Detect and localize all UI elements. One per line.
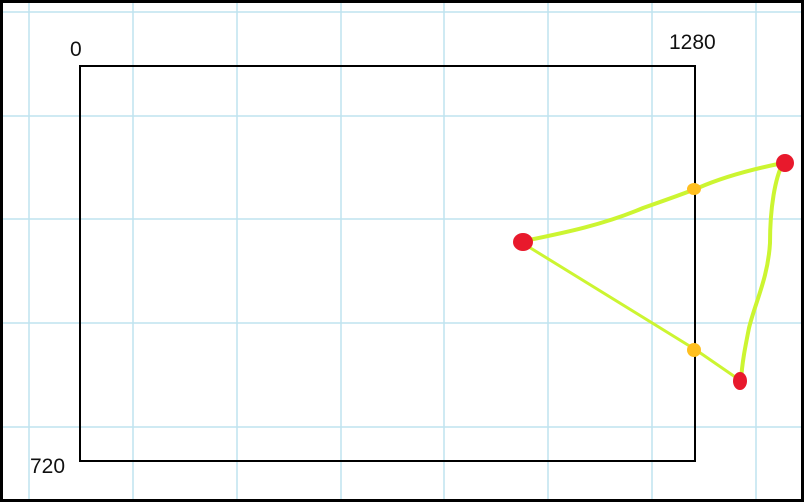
edge-top-right-to-bottom-right bbox=[739, 161, 785, 383]
vertex-points bbox=[513, 154, 794, 390]
edge-bottom-right-to-left bbox=[522, 242, 743, 383]
vertex-point-bottom-right bbox=[733, 372, 747, 390]
diagram-stage: 0 1280 720 bbox=[0, 0, 804, 502]
intersection-point-bottom bbox=[687, 343, 701, 357]
corner-label-height: 720 bbox=[30, 455, 65, 478]
vertex-point-left bbox=[513, 233, 533, 251]
corner-label-origin: 0 bbox=[70, 38, 82, 61]
vertex-point-top-right bbox=[776, 154, 794, 172]
background-grid bbox=[3, 3, 801, 499]
viewport-rectangle bbox=[79, 65, 696, 462]
intersection-point-top bbox=[687, 183, 701, 195]
triangle-polygon bbox=[522, 161, 785, 383]
corner-label-width: 1280 bbox=[669, 31, 716, 54]
clipping-diagram: 0 1280 720 bbox=[3, 3, 801, 499]
edge-left-to-top-right bbox=[522, 161, 785, 243]
